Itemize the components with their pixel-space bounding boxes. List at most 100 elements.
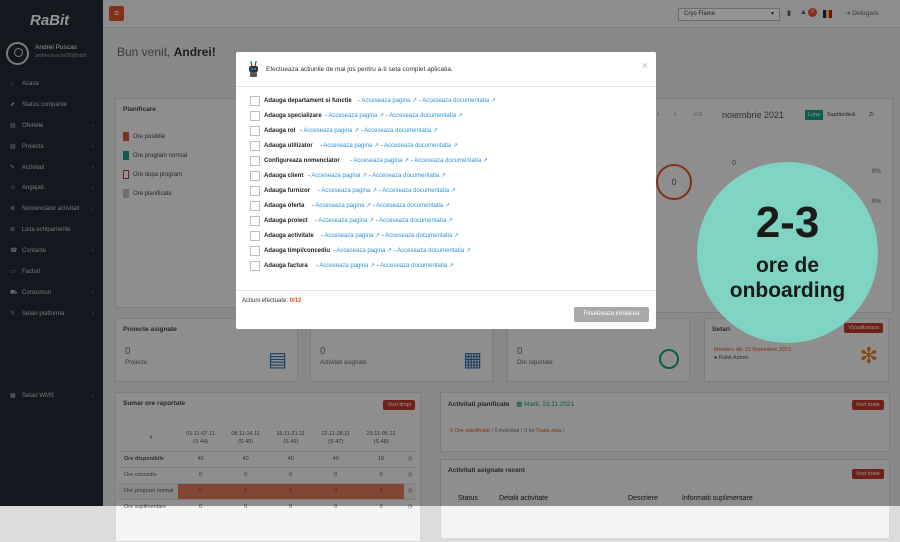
access-page-link[interactable]: Acceseaza pagina ↗: [321, 188, 377, 194]
task-checkbox[interactable]: [250, 246, 260, 256]
access-page-link[interactable]: Acceseaza pagina ↗: [303, 128, 359, 134]
access-page-link[interactable]: Acceseaza pagina ↗: [361, 98, 417, 104]
task-checkbox[interactable]: [250, 156, 260, 166]
finish-onboarding-button[interactable]: Finalizeaza inrolarea: [574, 307, 649, 322]
promo-badge: 2-3 ore de onboarding: [697, 162, 878, 343]
task-links: - Acceseaza pagina ↗ - Acceseaza documen…: [333, 245, 471, 257]
task-links: - Acceseaza pagina ↗ - Acceseaza documen…: [308, 170, 446, 182]
access-docs-link[interactable]: Acceseaza documentatia ↗: [372, 173, 446, 179]
task-checkbox[interactable]: [250, 141, 260, 151]
onboarding-task: Adauga activitate - Acceseaza pagina ↗ - …: [250, 230, 650, 245]
task-name: Adauga specializare: [264, 113, 322, 119]
task-name: Adauga rol: [264, 128, 296, 134]
task-links: - Acceseaza pagina ↗ - Acceseaza documen…: [300, 125, 438, 137]
modal-title: Efectueaza actiunile de mai jos pentru a…: [266, 66, 453, 73]
task-checkbox[interactable]: [250, 216, 260, 226]
access-page-link[interactable]: Acceseaza pagina ↗: [323, 143, 379, 149]
onboarding-task: Adauga departament si functie - Acceseaza…: [250, 95, 650, 110]
external-link-icon: ↗: [464, 248, 471, 254]
access-docs-link[interactable]: Acceseaza documentatia ↗: [384, 143, 458, 149]
access-page-link[interactable]: Acceseaza pagina ↗: [318, 218, 374, 224]
task-name: Adauga activitate: [264, 233, 314, 239]
link-label: Acceseaza pagina: [336, 248, 386, 254]
access-docs-link[interactable]: Acceseaza documentatia ↗: [414, 158, 488, 164]
access-page-link[interactable]: Acceseaza pagina ↗: [324, 233, 380, 239]
link-label: Acceseaza pagina: [323, 143, 373, 149]
external-link-icon: ↗: [447, 263, 454, 269]
external-link-icon: ↗: [481, 158, 488, 164]
external-link-icon: ↗: [431, 128, 438, 134]
link-label: Acceseaza documentatia: [389, 113, 457, 119]
link-label: Acceseaza documentatia: [379, 218, 447, 224]
link-label: Acceseaza documentatia: [385, 233, 453, 239]
promo-line-1: 2-3: [755, 198, 820, 247]
promo-line-2: ore de: [755, 254, 820, 277]
task-checkbox[interactable]: [250, 231, 260, 241]
task-links: - Acceseaza pagina ↗ - Acceseaza documen…: [318, 185, 456, 197]
external-link-icon: ↗: [446, 218, 453, 224]
access-page-link[interactable]: Acceseaza pagina ↗: [319, 263, 375, 269]
access-page-link[interactable]: Acceseaza pagina ↗: [353, 158, 409, 164]
link-label: Acceseaza pagina: [303, 128, 353, 134]
task-name: Adauga utilizator: [264, 143, 313, 149]
access-page-link[interactable]: Acceseaza pagina ↗: [311, 173, 367, 179]
onboarding-task: Adauga specializare - Acceseaza pagina ↗ …: [250, 110, 650, 125]
link-label: Acceseaza documentatia: [422, 98, 490, 104]
link-label: Acceseaza documentatia: [364, 128, 432, 134]
task-links: - Acceseaza pagina ↗ - Acceseaza documen…: [315, 215, 453, 227]
link-label: Acceseaza documentatia: [380, 263, 448, 269]
access-docs-link[interactable]: Acceseaza documentatia ↗: [379, 218, 453, 224]
onboarding-task: Adauga furnizor - Acceseaza pagina ↗ - Ac…: [250, 185, 650, 200]
access-page-link[interactable]: Acceseaza pagina ↗: [315, 203, 371, 209]
task-checkbox[interactable]: [250, 201, 260, 211]
link-label: Acceseaza pagina: [324, 233, 374, 239]
onboarding-task: Configureaza nomenclator - Acceseaza pagi…: [250, 155, 650, 170]
modal-header: Efectueaza actiunile de mai jos pentru a…: [236, 52, 656, 87]
link-label: Acceseaza pagina: [361, 98, 411, 104]
task-links: - Acceseaza pagina ↗ - Acceseaza documen…: [312, 200, 450, 212]
onboarding-task: Adauga timpi/concediu - Acceseaza pagina …: [250, 245, 650, 260]
link-label: Acceseaza pagina: [353, 158, 403, 164]
close-icon[interactable]: ×: [642, 60, 648, 72]
link-label: Acceseaza pagina: [315, 203, 365, 209]
access-docs-link[interactable]: Acceseaza documentatia ↗: [380, 263, 454, 269]
access-docs-link[interactable]: Acceseaza documentatia ↗: [389, 113, 463, 119]
external-link-icon: ↗: [456, 113, 463, 119]
access-page-link[interactable]: Acceseaza pagina ↗: [328, 113, 384, 119]
onboarding-task-list: Adauga departament si functie - Acceseaza…: [250, 95, 650, 275]
onboarding-task: Adauga client - Acceseaza pagina ↗ - Acce…: [250, 170, 650, 185]
access-docs-link[interactable]: Acceseaza documentatia ↗: [376, 203, 450, 209]
access-docs-link[interactable]: Acceseaza documentatia ↗: [382, 188, 456, 194]
external-link-icon: ↗: [489, 98, 496, 104]
modal-divider: [236, 290, 656, 291]
task-checkbox[interactable]: [250, 96, 260, 106]
access-page-link[interactable]: Acceseaza pagina ↗: [336, 248, 392, 254]
access-docs-link[interactable]: Acceseaza documentatia ↗: [364, 128, 438, 134]
task-name: Adauga proiect: [264, 218, 308, 224]
task-name: Configureaza nomenclator: [264, 158, 340, 164]
task-checkbox[interactable]: [250, 186, 260, 196]
task-checkbox[interactable]: [250, 171, 260, 181]
onboarding-task: Adauga proiect - Acceseaza pagina ↗ - Acc…: [250, 215, 650, 230]
access-docs-link[interactable]: Acceseaza documentatia ↗: [397, 248, 471, 254]
onboarding-task: Adauga utilizator - Acceseaza pagina ↗ - …: [250, 140, 650, 155]
access-docs-link[interactable]: Acceseaza documentatia ↗: [385, 233, 459, 239]
actions-done-value: 0/12: [289, 298, 302, 304]
task-links: - Acceseaza pagina ↗ - Acceseaza documen…: [325, 110, 463, 122]
task-links: - Acceseaza pagina ↗ - Acceseaza documen…: [350, 155, 488, 167]
task-checkbox[interactable]: [250, 261, 260, 271]
onboarding-task: Adauga rol - Acceseaza pagina ↗ - Accesea…: [250, 125, 650, 140]
task-checkbox[interactable]: [250, 111, 260, 121]
task-checkbox[interactable]: [250, 126, 260, 136]
onboarding-task: Adauga factura - Acceseaza pagina ↗ - Acc…: [250, 260, 650, 275]
onboarding-modal: Efectueaza actiunile de mai jos pentru a…: [236, 52, 656, 329]
task-name: Adauga client: [264, 173, 304, 179]
link-label: Acceseaza pagina: [318, 218, 368, 224]
access-docs-link[interactable]: Acceseaza documentatia ↗: [422, 98, 496, 104]
link-label: Acceseaza documentatia: [384, 143, 452, 149]
link-label: Acceseaza pagina: [319, 263, 369, 269]
task-name: Adauga departament si functie: [264, 98, 352, 104]
task-links: - Acceseaza pagina ↗ - Acceseaza documen…: [358, 95, 496, 107]
link-label: Acceseaza pagina: [328, 113, 378, 119]
robot-icon: [249, 61, 258, 77]
